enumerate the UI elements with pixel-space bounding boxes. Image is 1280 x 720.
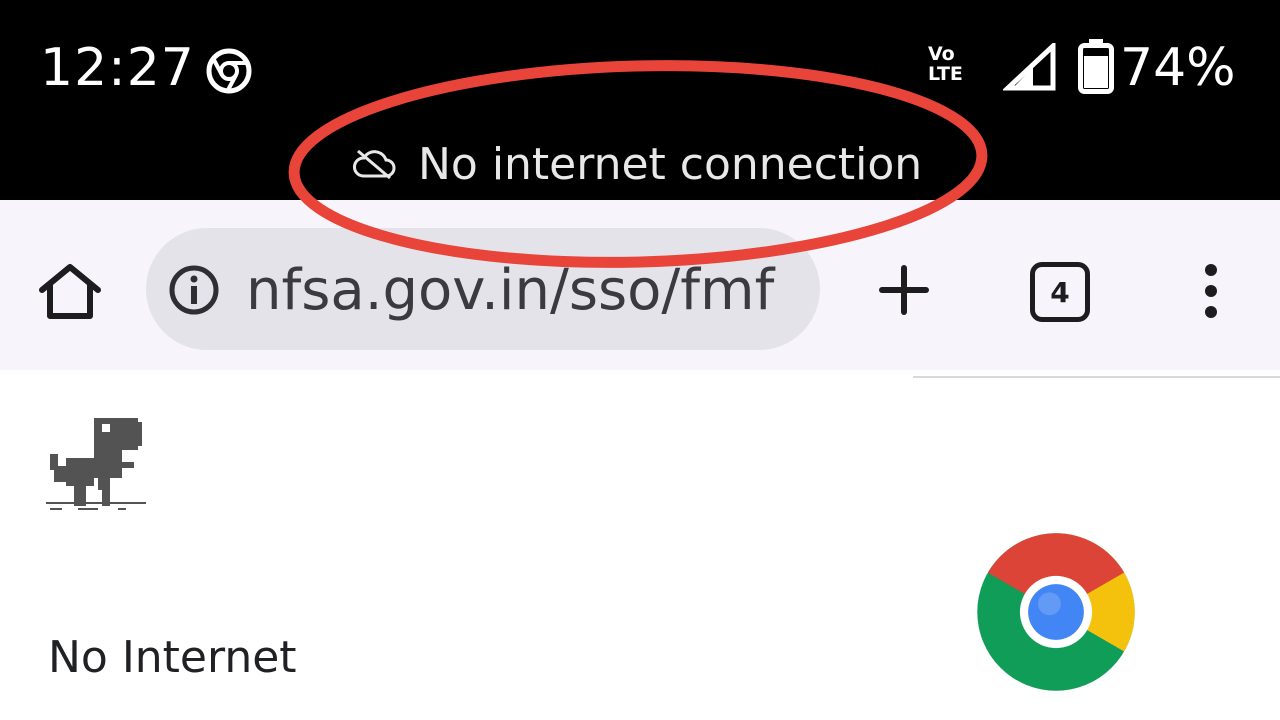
- more-menu-button[interactable]: [1196, 262, 1226, 320]
- address-bar[interactable]: nfsa.gov.in/sso/fmf: [146, 228, 820, 350]
- chrome-logo-icon: [977, 533, 1135, 691]
- toolbar-divider: [913, 376, 1280, 378]
- info-icon[interactable]: [168, 264, 220, 316]
- cloud-off-icon: [353, 149, 396, 180]
- offline-notice-text: No internet connection: [418, 138, 923, 190]
- offline-notice: No internet connection: [352, 138, 922, 190]
- dino-icon: [46, 418, 146, 510]
- page-heading: No Internet: [48, 632, 297, 683]
- signal-icon: [1003, 43, 1056, 91]
- tab-switcher-button[interactable]: 4: [1030, 262, 1090, 322]
- volte-label-top: Vo: [928, 43, 955, 65]
- home-button[interactable]: [36, 262, 104, 322]
- new-tab-button[interactable]: [876, 262, 932, 318]
- status-bar: 12:27 Vo LTE 74% No internet connection: [0, 0, 1280, 200]
- url-text[interactable]: nfsa.gov.in/sso/fmf: [246, 258, 774, 323]
- battery-icon: [1078, 39, 1114, 94]
- tab-count: 4: [1050, 275, 1070, 309]
- battery-percent: 74%: [1120, 38, 1236, 98]
- chrome-notification-icon: [206, 48, 252, 94]
- volte-label-bottom: LTE: [928, 63, 963, 85]
- volte-indicator: Vo LTE: [928, 44, 984, 84]
- status-time: 12:27: [40, 38, 195, 98]
